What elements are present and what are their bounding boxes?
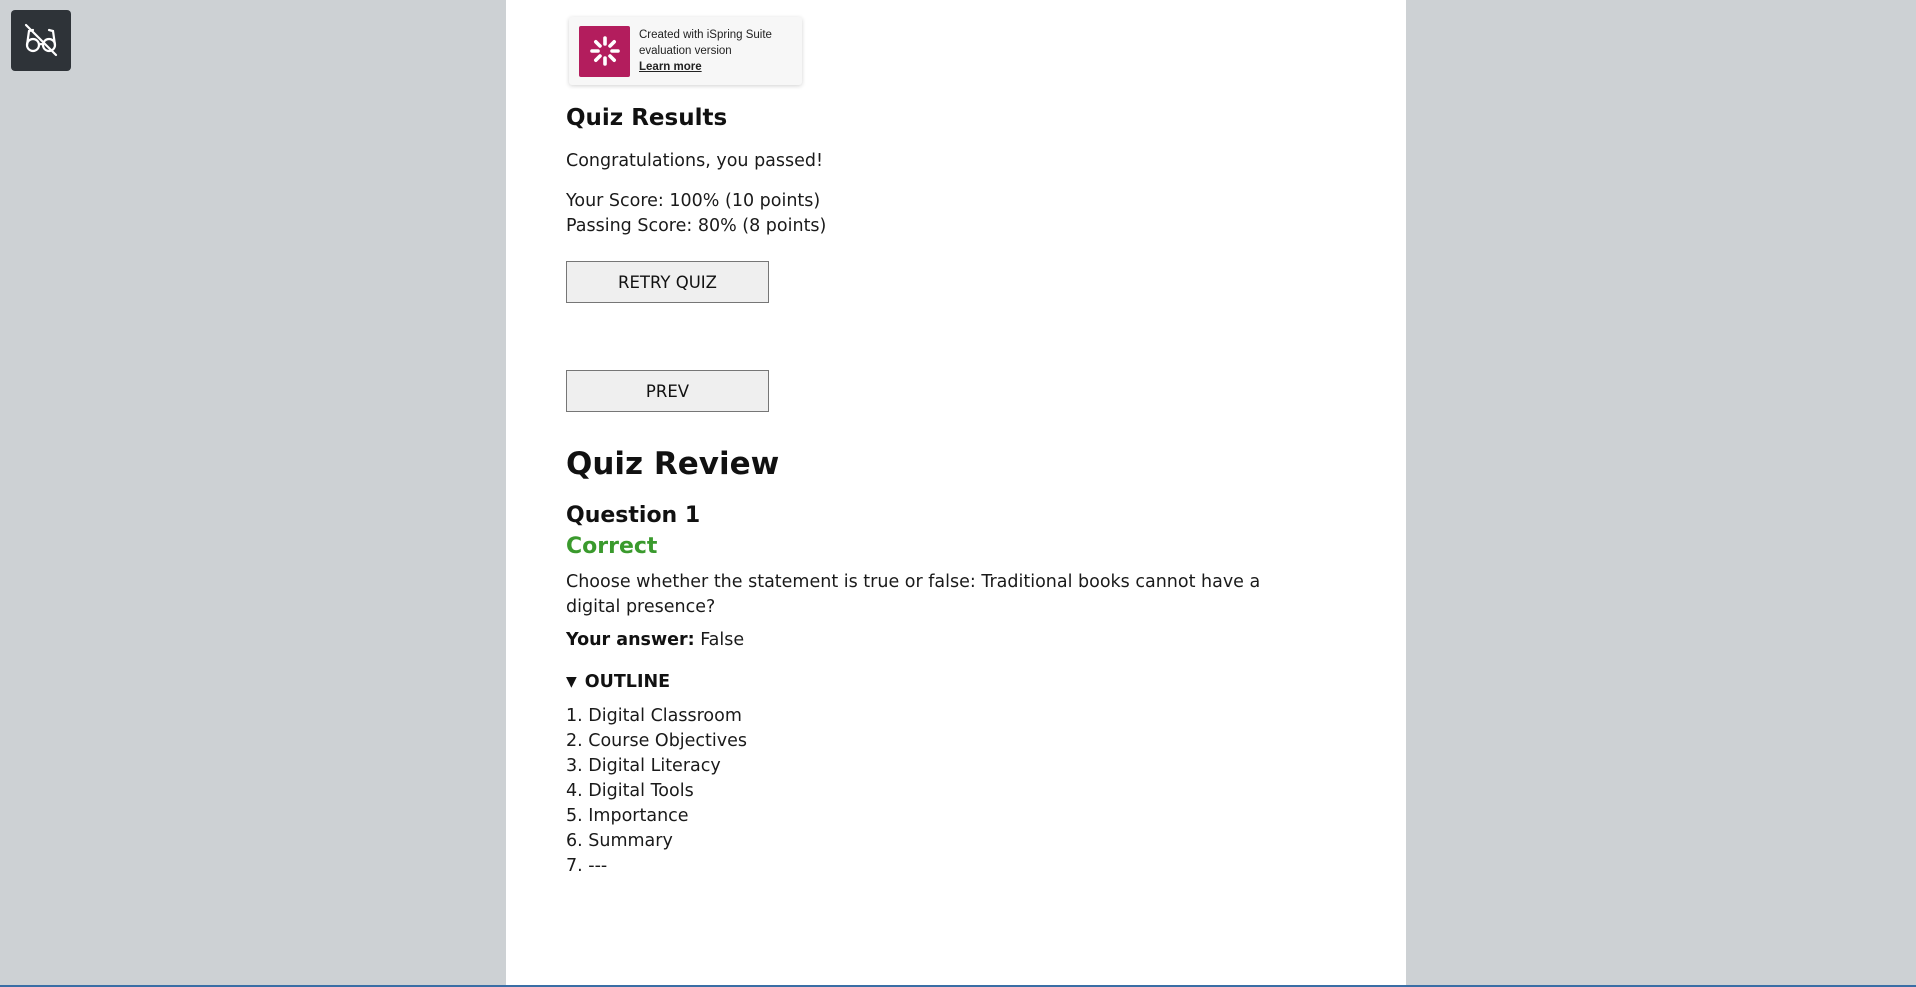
question-heading: Question 1 — [566, 503, 701, 528]
ispring-evaluation-badge: Created with iSpring Suite evaluation ve… — [569, 17, 802, 85]
outline-item[interactable]: 1. Digital Classroom — [566, 704, 747, 729]
outline-list: 1. Digital Classroom 2. Course Objective… — [566, 704, 747, 879]
badge-text: Created with iSpring Suite evaluation ve… — [639, 27, 772, 75]
triangle-down-icon: ▼ — [566, 674, 577, 690]
quiz-review-heading: Quiz Review — [566, 446, 780, 482]
answer-value: False — [700, 630, 745, 650]
badge-line-1: Created with iSpring Suite — [639, 29, 772, 41]
outline-item[interactable]: 2. Course Objectives — [566, 729, 747, 754]
accessibility-toggle-button[interactable] — [11, 10, 71, 71]
outline-item[interactable]: 3. Digital Literacy — [566, 754, 747, 779]
prev-button[interactable]: PREV — [566, 370, 769, 412]
learn-more-link[interactable]: Learn more — [639, 59, 772, 75]
outline-toggle[interactable]: ▼ OUTLINE — [566, 672, 670, 692]
outline-item[interactable]: 5. Importance — [566, 804, 747, 829]
passing-score: Passing Score: 80% (8 points) — [566, 216, 827, 236]
outline-title: OUTLINE — [584, 672, 671, 692]
badge-line-2: evaluation version — [639, 45, 732, 57]
your-answer: Your answer: False — [566, 630, 744, 650]
outline-item[interactable]: 7. --- — [566, 854, 747, 879]
question-status: Correct — [566, 534, 658, 559]
ispring-logo-icon — [579, 25, 630, 77]
retry-quiz-button[interactable]: RETRY QUIZ — [566, 261, 769, 303]
glasses-off-icon — [21, 19, 61, 63]
content-page: Created with iSpring Suite evaluation ve… — [506, 0, 1406, 985]
outline-item[interactable]: 4. Digital Tools — [566, 779, 747, 804]
your-score: Your Score: 100% (10 points) — [566, 191, 821, 211]
outline-item[interactable]: 6. Summary — [566, 829, 747, 854]
quiz-results-heading: Quiz Results — [566, 105, 728, 131]
question-text: Choose whether the statement is true or … — [566, 572, 1261, 617]
answer-label: Your answer: — [566, 630, 695, 650]
result-message: Congratulations, you passed! — [566, 151, 824, 171]
